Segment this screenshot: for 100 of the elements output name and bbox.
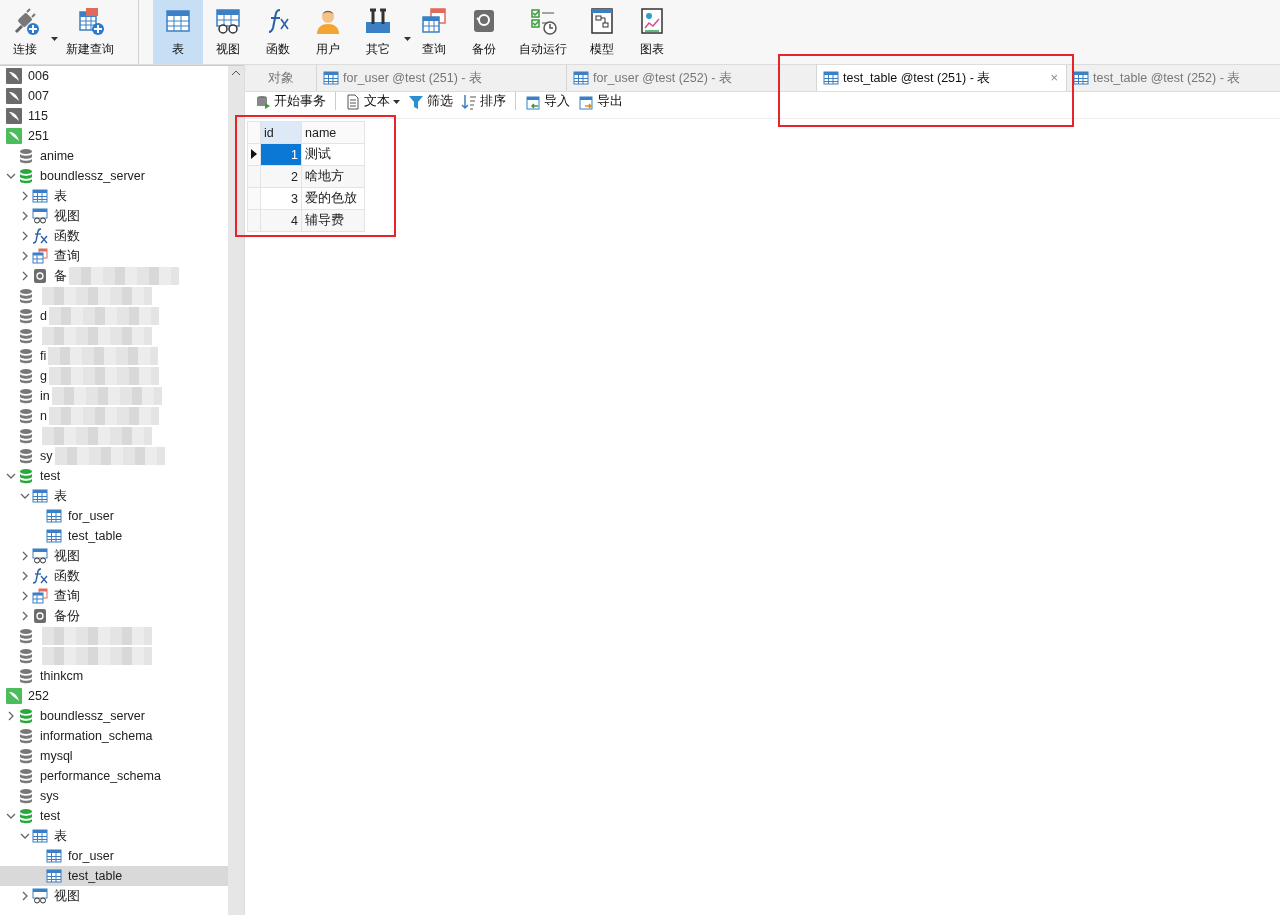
chevron-right-icon[interactable] bbox=[20, 591, 30, 601]
tree-item[interactable]: sys bbox=[40, 789, 59, 803]
tree-item[interactable]: 251 bbox=[28, 129, 49, 143]
chevron-down-icon[interactable] bbox=[20, 831, 30, 841]
table-icon bbox=[823, 70, 839, 86]
column-header[interactable]: id bbox=[260, 121, 302, 144]
chevron-right-icon[interactable] bbox=[20, 891, 30, 901]
toolbar-button[interactable]: 自动运行 bbox=[509, 0, 577, 64]
toolbar-button[interactable]: 表 bbox=[153, 0, 203, 64]
tab[interactable]: for_user @test (252) - 表 bbox=[567, 65, 817, 91]
tab[interactable]: test_table @test (251) - 表 × bbox=[817, 65, 1067, 91]
chevron-right-icon[interactable] bbox=[20, 211, 30, 221]
database-icon bbox=[18, 668, 34, 684]
table-cell[interactable]: 3 bbox=[260, 187, 302, 210]
toolbar-button[interactable]: 视图 bbox=[203, 0, 253, 64]
tree-item[interactable]: 252 bbox=[28, 689, 49, 703]
chevron-down-icon[interactable] bbox=[6, 811, 16, 821]
tree-item[interactable]: fi bbox=[40, 349, 47, 363]
backup-icon bbox=[32, 268, 48, 284]
tree-item[interactable]: 视图 bbox=[54, 547, 80, 565]
table-icon bbox=[46, 528, 62, 544]
tree-item[interactable]: 007 bbox=[28, 89, 49, 103]
toolbar-button[interactable]: 用户 bbox=[303, 0, 353, 64]
tree-item[interactable]: 115 bbox=[28, 109, 48, 123]
column-header[interactable]: name bbox=[301, 121, 365, 144]
toolbar-button[interactable]: 新建查询 bbox=[56, 0, 124, 64]
scroll-up-icon[interactable] bbox=[232, 70, 240, 75]
chevron-down-icon[interactable] bbox=[6, 171, 16, 181]
glasses-table-icon bbox=[32, 888, 48, 904]
database-icon bbox=[18, 768, 34, 784]
close-button[interactable]: × bbox=[1050, 70, 1058, 85]
chevron-right-icon[interactable] bbox=[20, 231, 30, 241]
tab[interactable]: test_table @test (252) - 表 bbox=[1067, 65, 1280, 91]
tree-item[interactable]: for_user bbox=[68, 509, 114, 523]
toolbar-button[interactable]: 查询 bbox=[409, 0, 459, 64]
database-icon bbox=[18, 648, 34, 664]
tree-item[interactable]: boundlessz_server bbox=[40, 169, 145, 183]
chevron-right-icon[interactable] bbox=[20, 551, 30, 561]
tree-item[interactable]: test_table bbox=[68, 529, 123, 543]
tree-item[interactable]: boundlessz_server bbox=[40, 709, 145, 723]
tree-item[interactable]: 表 bbox=[54, 487, 67, 505]
chevron-down-icon[interactable] bbox=[20, 491, 30, 501]
tree-item[interactable]: sy bbox=[40, 449, 53, 463]
tree-item[interactable]: d bbox=[40, 309, 47, 323]
chevron-right-icon[interactable] bbox=[20, 191, 30, 201]
toolbar-button[interactable]: 筛选 bbox=[404, 92, 457, 111]
tree-item[interactable]: 备份 bbox=[54, 607, 80, 625]
tree-item[interactable]: for_user bbox=[68, 849, 114, 863]
tree-item[interactable]: test bbox=[40, 469, 61, 483]
tree-item[interactable]: anime bbox=[40, 149, 75, 163]
database-icon bbox=[18, 808, 34, 824]
table-cell[interactable]: 测试 bbox=[301, 143, 365, 166]
tree-item[interactable]: in bbox=[40, 389, 50, 403]
glasses-table-icon bbox=[32, 548, 48, 564]
tree-item[interactable]: 备 bbox=[54, 267, 67, 285]
toolbar-button[interactable]: 导入 bbox=[521, 92, 574, 111]
chevron-right-icon[interactable] bbox=[6, 711, 16, 721]
tree-item[interactable]: n bbox=[40, 409, 47, 423]
tree-item[interactable]: performance_schema bbox=[40, 769, 161, 783]
database-icon bbox=[18, 708, 34, 724]
table-icon bbox=[32, 188, 48, 204]
tree-item[interactable]: mysql bbox=[40, 749, 73, 763]
server-icon bbox=[6, 128, 22, 144]
toolbar-button[interactable]: 备份 bbox=[459, 0, 509, 64]
caret-icon bbox=[404, 37, 411, 41]
toolbar-button[interactable]: 导出 bbox=[574, 92, 627, 111]
checklist-clock-icon bbox=[528, 6, 558, 36]
tree-item[interactable]: 表 bbox=[54, 827, 67, 845]
toolbar-button[interactable]: 模型 bbox=[577, 0, 627, 64]
toolbar-button[interactable]: 函数 bbox=[253, 0, 303, 64]
chevron-right-icon[interactable] bbox=[20, 251, 30, 261]
table-cell[interactable]: 爱的色放 bbox=[301, 187, 365, 210]
toolbar-button[interactable]: 连接 bbox=[0, 0, 56, 64]
tree-item[interactable]: g bbox=[40, 369, 47, 383]
tree-item[interactable]: 视图 bbox=[54, 887, 80, 905]
tree-item[interactable]: 视图 bbox=[54, 207, 80, 225]
table-icon bbox=[46, 868, 62, 884]
tab[interactable]: for_user @test (251) - 表 bbox=[317, 65, 567, 91]
chevron-right-icon[interactable] bbox=[20, 571, 30, 581]
tree-item[interactable]: 查询 bbox=[54, 587, 80, 605]
tree-item[interactable]: 表 bbox=[54, 187, 67, 205]
toolbar-button[interactable]: 开始事务 bbox=[251, 92, 330, 111]
toolbar-button[interactable]: 其它 bbox=[353, 0, 409, 64]
tree-item[interactable]: 查询 bbox=[54, 247, 80, 265]
chevron-right-icon[interactable] bbox=[20, 611, 30, 621]
tree-item[interactable]: test bbox=[40, 809, 61, 823]
tree-item[interactable]: 函数 bbox=[54, 567, 80, 585]
tree-item[interactable]: thinkcm bbox=[40, 669, 84, 683]
chevron-down-icon[interactable] bbox=[6, 471, 16, 481]
tree-item[interactable]: information_schema bbox=[40, 729, 153, 743]
tab[interactable]: 对象 bbox=[245, 65, 317, 91]
tree-item[interactable]: 函数 bbox=[54, 227, 80, 245]
toolbar-button[interactable]: 排序 bbox=[457, 92, 510, 111]
toolbar-button[interactable]: 文本 bbox=[341, 92, 404, 111]
toolbar-button[interactable]: 图表 bbox=[627, 0, 677, 64]
scrollbar[interactable] bbox=[228, 66, 244, 915]
chevron-right-icon[interactable] bbox=[20, 271, 30, 281]
tree-item[interactable]: test_table bbox=[68, 869, 123, 883]
tree-item[interactable]: 006 bbox=[28, 69, 49, 83]
database-icon bbox=[18, 348, 34, 364]
